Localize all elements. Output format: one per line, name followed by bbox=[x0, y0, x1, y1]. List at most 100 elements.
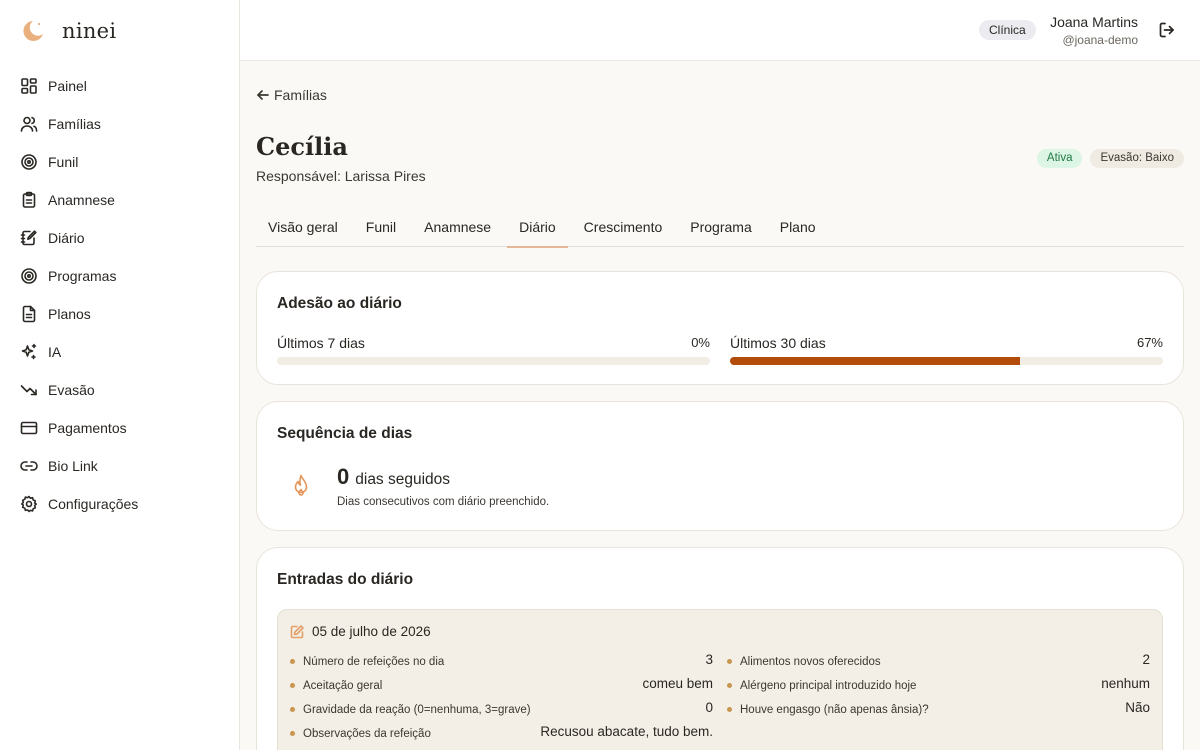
bullet-dot bbox=[290, 707, 295, 712]
tab-programa[interactable]: Programa bbox=[678, 211, 763, 247]
streak-description: Dias consecutivos com diário preenchido. bbox=[337, 496, 550, 508]
app-name: ninei bbox=[62, 19, 117, 43]
entries-card: Entradas do diário 05 de julho de 2026 N… bbox=[256, 547, 1184, 750]
target-icon bbox=[20, 267, 38, 285]
streak-count-line: 0 dias seguidos bbox=[337, 464, 450, 490]
logout-button[interactable] bbox=[1158, 21, 1176, 39]
status-badges: Ativa Evasão: Baixo bbox=[1029, 149, 1184, 168]
moon-logo-icon bbox=[23, 21, 43, 41]
sparkles-icon bbox=[20, 343, 38, 361]
page-title: Cecília bbox=[256, 132, 348, 161]
sidebar-item-ia[interactable]: IA bbox=[0, 333, 240, 371]
sidebar-item-label: Planos bbox=[48, 306, 91, 322]
streak-card: Sequência de dias 0 dias seguidos Dias c… bbox=[256, 401, 1184, 531]
notebook-pen-icon bbox=[20, 229, 38, 247]
sidebar-item-label: Pagamentos bbox=[48, 420, 127, 436]
field-label: Aceitação geral bbox=[303, 679, 383, 692]
tab-diario[interactable]: Diário bbox=[507, 211, 568, 248]
progress-fill bbox=[730, 357, 1021, 365]
sidebar-item-label: Bio Link bbox=[48, 458, 98, 474]
bullet-dot bbox=[290, 659, 295, 664]
field-label: Alimentos novos oferecidos bbox=[740, 655, 881, 668]
topbar: Clínica Joana Martins @joana-demo bbox=[240, 0, 1200, 61]
logout-icon bbox=[1159, 22, 1174, 38]
progress-label: Últimos 7 dias bbox=[277, 335, 365, 351]
sidebar-item-label: Famílias bbox=[48, 116, 101, 132]
sidebar-item-evasao[interactable]: Evasão bbox=[0, 371, 240, 409]
sidebar-item-configuracoes[interactable]: Configurações bbox=[0, 485, 240, 523]
flame-icon bbox=[290, 473, 312, 499]
back-link-label: Famílias bbox=[274, 87, 327, 103]
bullet-dot bbox=[727, 683, 732, 688]
responsible-text: Responsável: Larissa Pires bbox=[256, 168, 426, 184]
role-badge: Clínica bbox=[979, 20, 1036, 40]
sidebar-item-programas[interactable]: Programas bbox=[0, 257, 240, 295]
sidebar-nav: Painel Famílias Funil Anamnese Diário Pr… bbox=[0, 67, 240, 523]
entry-fields-left: Número de refeições no dia 3 Aceitação g… bbox=[290, 652, 713, 748]
sidebar-item-label: Diário bbox=[48, 230, 85, 246]
sidebar-item-painel[interactable]: Painel bbox=[0, 67, 240, 105]
back-link[interactable]: Famílias bbox=[256, 87, 327, 103]
sidebar-item-bio-link[interactable]: Bio Link bbox=[0, 447, 240, 485]
entry-field: Houve engasgo (não apenas ânsia)? Não bbox=[727, 700, 1150, 724]
field-label: Observações da refeição bbox=[303, 727, 431, 740]
tab-plano[interactable]: Plano bbox=[768, 211, 828, 247]
entries-title: Entradas do diário bbox=[277, 571, 414, 588]
sidebar-item-label: Programas bbox=[48, 268, 117, 284]
user-name: Joana Martins bbox=[1050, 14, 1138, 30]
streak-unit: dias seguidos bbox=[355, 471, 451, 488]
field-value: Não bbox=[1125, 700, 1150, 715]
sidebar-item-label: Funil bbox=[48, 154, 79, 170]
bullet-dot bbox=[727, 707, 732, 712]
trending-down-icon bbox=[20, 381, 38, 399]
streak-title: Sequência de dias bbox=[277, 425, 413, 442]
diary-entry[interactable]: 05 de julho de 2026 Número de refeições … bbox=[277, 609, 1163, 750]
logo[interactable]: ninei bbox=[20, 18, 116, 44]
document-icon bbox=[20, 305, 38, 323]
sidebar-item-label: Anamnese bbox=[48, 192, 115, 208]
dashboard-icon bbox=[20, 77, 38, 95]
tab-crescimento[interactable]: Crescimento bbox=[572, 211, 675, 247]
sidebar-item-label: Painel bbox=[48, 78, 87, 94]
field-value: 3 bbox=[705, 652, 713, 667]
progress-percent: 0% bbox=[691, 335, 710, 350]
status-badge: Ativa bbox=[1036, 149, 1083, 168]
credit-card-icon bbox=[20, 419, 38, 437]
sidebar-item-anamnese[interactable]: Anamnese bbox=[0, 181, 240, 219]
field-label: Número de refeições no dia bbox=[303, 655, 445, 668]
sidebar-item-funil[interactable]: Funil bbox=[0, 143, 240, 181]
entry-field: Alérgeno principal introduzido hoje nenh… bbox=[727, 676, 1150, 700]
field-label: Gravidade da reação (0=nenhuma, 3=grave) bbox=[303, 703, 531, 716]
adherence-card: Adesão ao diário Últimos 7 dias 0% Últim… bbox=[256, 271, 1184, 385]
progress-last-30-days: Últimos 30 dias 67% bbox=[730, 335, 1163, 365]
tab-visao-geral[interactable]: Visão geral bbox=[256, 211, 350, 247]
tab-funil[interactable]: Funil bbox=[354, 211, 408, 247]
progress-percent: 67% bbox=[1136, 335, 1163, 350]
edit-note-icon bbox=[290, 624, 304, 638]
sidebar-item-diario[interactable]: Diário bbox=[0, 219, 240, 257]
user-handle: @joana-demo bbox=[1062, 33, 1138, 47]
bullet-dot bbox=[727, 659, 732, 664]
entry-date: 05 de julho de 2026 bbox=[312, 624, 431, 639]
sidebar-item-pagamentos[interactable]: Pagamentos bbox=[0, 409, 240, 447]
entry-fields: Número de refeições no dia 3 Aceitação g… bbox=[290, 652, 1150, 748]
sidebar-item-label: Evasão bbox=[48, 382, 95, 398]
progress-label: Últimos 30 dias bbox=[730, 335, 826, 351]
tab-anamnese[interactable]: Anamnese bbox=[412, 211, 503, 247]
entry-fields-right: Alimentos novos oferecidos 2 Alérgeno pr… bbox=[727, 652, 1150, 748]
field-label: Alérgeno principal introduzido hoje bbox=[740, 679, 917, 692]
evasion-badge: Evasão: Baixo bbox=[1090, 149, 1184, 168]
entry-field: Número de refeições no dia 3 bbox=[290, 652, 713, 676]
entry-header: 05 de julho de 2026 bbox=[290, 624, 431, 639]
target-icon bbox=[20, 153, 38, 171]
users-icon bbox=[20, 115, 38, 133]
gear-icon bbox=[20, 495, 38, 513]
link-icon bbox=[20, 457, 38, 475]
progress-track bbox=[277, 357, 710, 365]
progress-track bbox=[730, 357, 1163, 365]
arrow-left-icon bbox=[257, 90, 269, 100]
progress-last-7-days: Últimos 7 dias 0% bbox=[277, 335, 710, 365]
sidebar-item-label: IA bbox=[48, 344, 62, 360]
sidebar-item-planos[interactable]: Planos bbox=[0, 295, 240, 333]
sidebar-item-familias[interactable]: Famílias bbox=[0, 105, 240, 143]
